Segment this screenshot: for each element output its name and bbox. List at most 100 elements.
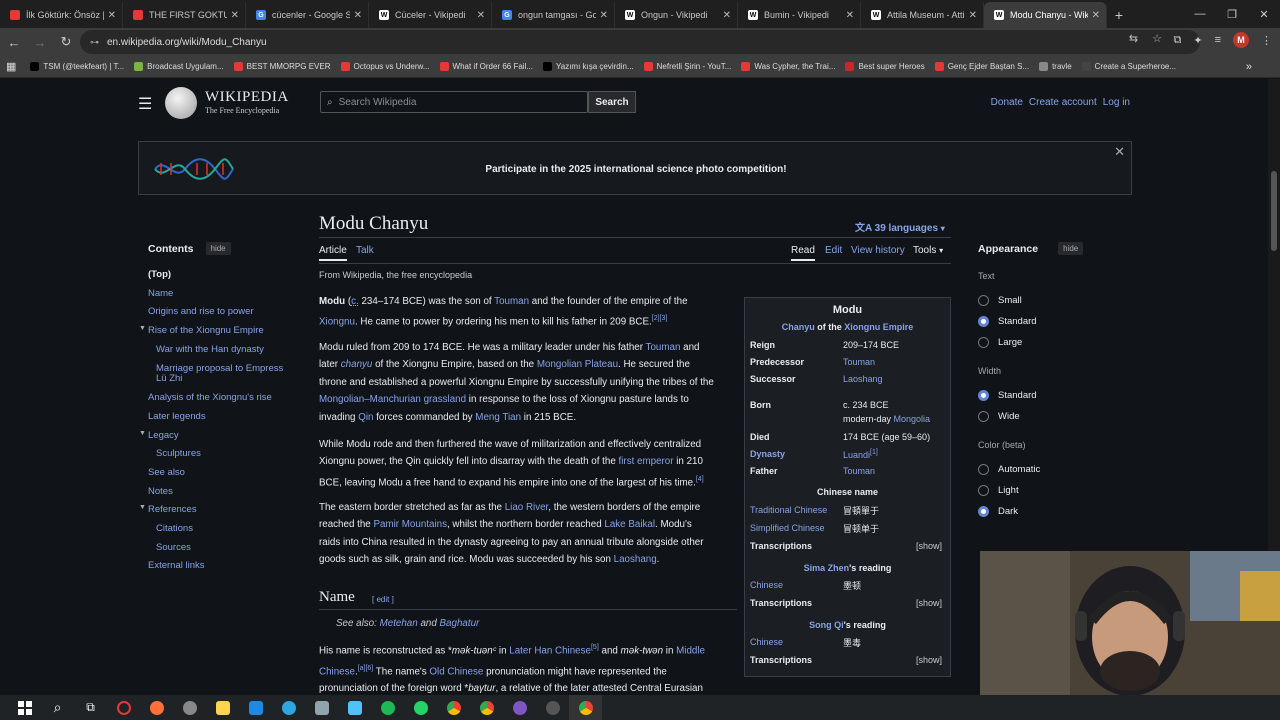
link-middle-chinese[interactable]: Chinese bbox=[319, 666, 355, 677]
close-tab-icon[interactable]: ✕ bbox=[108, 10, 116, 21]
link-baghatur[interactable]: Baghatur bbox=[440, 618, 480, 629]
new-tab-plus-icon[interactable]: + bbox=[1107, 2, 1131, 28]
link-mongolia[interactable]: Mongolia bbox=[894, 414, 931, 424]
reload-icon[interactable]: ↻ bbox=[54, 30, 78, 54]
citation-link[interactable]: [2][3] bbox=[652, 315, 668, 322]
bookmark-item[interactable]: Nefretli Şirin - YouT... bbox=[643, 62, 731, 71]
link-qin[interactable]: Qin bbox=[358, 412, 373, 423]
browser-tab[interactable]: W Attila Museum - Atti ✕ bbox=[861, 2, 984, 28]
browser-tab[interactable]: Gongun tamgası - Goo ✕ bbox=[492, 2, 615, 28]
app-icon[interactable] bbox=[503, 695, 536, 720]
extensions-icon[interactable]: ⧉ bbox=[1174, 34, 1182, 47]
address-bar[interactable]: ⊶ en.wikipedia.org/wiki/Modu_Chanyu bbox=[80, 30, 1200, 54]
browser-tab[interactable]: W Ongun - Vikipedi ✕ bbox=[615, 2, 738, 28]
bookmark-item[interactable]: Was Cypher, the Trai... bbox=[741, 62, 835, 71]
chevron-down-icon[interactable]: ▼ bbox=[139, 325, 146, 332]
show-toggle-button[interactable]: [show] bbox=[916, 655, 942, 665]
banner-message[interactable]: Participate in the 2025 international sc… bbox=[139, 164, 1133, 175]
app-icon[interactable] bbox=[239, 695, 272, 720]
toc-hide-button[interactable]: hide bbox=[205, 242, 231, 255]
app-icon[interactable] bbox=[338, 695, 371, 720]
search-icon[interactable]: ⌕ bbox=[41, 695, 74, 720]
edge-icon[interactable] bbox=[272, 695, 305, 720]
appearance-hide-button[interactable]: hide bbox=[1058, 242, 1084, 255]
bookmark-item[interactable]: Yazımı kışa çevirdin... bbox=[543, 62, 634, 71]
link-xiongnu[interactable]: Xiongnu bbox=[319, 317, 355, 328]
browser-tab-active[interactable]: W Modu Chanyu - Wiki ✕ bbox=[984, 2, 1107, 28]
link-liao-river[interactable]: Liao River bbox=[505, 502, 549, 513]
bookmark-item[interactable]: BEST MMORPG EVER bbox=[233, 62, 331, 71]
browser-tab[interactable]: THE FIRST GOKTURK✕ bbox=[123, 2, 246, 28]
link-grassland[interactable]: Mongolian–Manchurian grassland bbox=[319, 394, 466, 405]
task-view-icon[interactable]: ⧉ bbox=[74, 695, 107, 720]
toc-item-name[interactable]: Name bbox=[148, 288, 173, 299]
close-window-icon[interactable]: ✕ bbox=[1248, 0, 1280, 28]
link-luandi[interactable]: Luandi bbox=[843, 450, 870, 460]
close-tab-icon[interactable]: ✕ bbox=[969, 10, 977, 21]
link-touman[interactable]: Touman bbox=[843, 357, 875, 367]
firefox-icon[interactable] bbox=[140, 695, 173, 720]
link-pamir-mountains[interactable]: Pamir Mountains bbox=[373, 519, 447, 530]
tab-article[interactable]: Article bbox=[319, 245, 347, 261]
close-tab-icon[interactable]: ✕ bbox=[354, 10, 362, 21]
toc-item-origins[interactable]: Origins and rise to power bbox=[148, 306, 254, 317]
radio-color-automatic[interactable]: Automatic bbox=[978, 464, 1040, 475]
app-icon[interactable] bbox=[536, 695, 569, 720]
citation-link[interactable]: [a][6] bbox=[358, 665, 374, 672]
link-song-qi[interactable]: Song Qi bbox=[809, 620, 844, 630]
link-metehan[interactable]: Metehan bbox=[380, 618, 418, 629]
reading-list-icon[interactable]: ≡ bbox=[1215, 34, 1221, 46]
close-tab-icon[interactable]: ✕ bbox=[477, 10, 485, 21]
link-laoshang[interactable]: Laoshang bbox=[614, 554, 657, 565]
link-first-emperor[interactable]: first emperor bbox=[619, 456, 674, 467]
search-button[interactable]: Search bbox=[588, 91, 636, 113]
toc-item-sources[interactable]: Sources bbox=[156, 542, 191, 553]
link-dynasty[interactable]: Dynasty bbox=[750, 449, 785, 459]
link-traditional-chinese[interactable]: Traditional Chinese bbox=[750, 505, 827, 515]
bookmark-star-icon[interactable]: ☆ bbox=[1152, 32, 1162, 45]
browser-tab[interactable]: W Cüceler - Vikipedi ✕ bbox=[369, 2, 492, 28]
radio-text-standard[interactable]: Standard bbox=[978, 316, 1037, 327]
close-tab-icon[interactable]: ✕ bbox=[600, 10, 608, 21]
search-input[interactable]: ⌕ Search Wikipedia bbox=[320, 91, 588, 113]
maximize-icon[interactable]: ❐ bbox=[1216, 0, 1248, 28]
citation-link[interactable]: [4] bbox=[696, 476, 704, 483]
app-icon[interactable] bbox=[305, 695, 338, 720]
login-link[interactable]: Log in bbox=[1103, 97, 1130, 108]
radio-color-light[interactable]: Light bbox=[978, 485, 1019, 496]
circa-link[interactable]: c. bbox=[351, 296, 359, 307]
link-lake-baikal[interactable]: Lake Baikal bbox=[604, 519, 655, 530]
toc-item-top[interactable]: (Top) bbox=[148, 269, 171, 280]
link-touman[interactable]: Touman bbox=[843, 466, 875, 476]
bookmark-item[interactable]: Broadcast Uygulam... bbox=[134, 62, 224, 71]
chevron-down-icon[interactable]: ▼ bbox=[139, 430, 146, 437]
site-info-icon[interactable]: ⊶ bbox=[90, 37, 99, 48]
create-account-link[interactable]: Create account bbox=[1029, 97, 1097, 108]
link-chinese[interactable]: Chinese bbox=[750, 637, 783, 647]
bookmark-item[interactable]: TSM (@teekfeart) | T... bbox=[30, 62, 124, 71]
close-tab-icon[interactable]: ✕ bbox=[231, 10, 239, 21]
browser-tab[interactable]: İlk Göktürk: Önsöz | İl ✕ bbox=[0, 2, 123, 28]
link-touman[interactable]: Touman bbox=[646, 342, 681, 353]
show-toggle-button[interactable]: [show] bbox=[916, 598, 942, 608]
toc-item-citations[interactable]: Citations bbox=[156, 523, 193, 534]
donate-link[interactable]: Donate bbox=[991, 97, 1023, 108]
toc-item-notes[interactable]: Notes bbox=[148, 486, 173, 497]
toc-item-marriage-cont[interactable]: Lü Zhi bbox=[156, 373, 182, 384]
tab-read[interactable]: Read bbox=[791, 245, 815, 261]
link-sima-zhen[interactable]: Sima Zhen bbox=[804, 563, 850, 573]
scrollbar-thumb[interactable] bbox=[1271, 171, 1277, 251]
bookmark-item[interactable]: Create a Superheroe... bbox=[1081, 62, 1176, 71]
link-mongolian-plateau[interactable]: Mongolian Plateau bbox=[537, 359, 618, 370]
link-middle-chinese[interactable]: Middle bbox=[676, 645, 705, 656]
apps-grid-icon[interactable]: ▦ bbox=[6, 60, 16, 73]
tab-edit[interactable]: Edit bbox=[825, 245, 842, 256]
whatsapp-icon[interactable] bbox=[404, 695, 437, 720]
bookmark-item[interactable]: travle bbox=[1039, 62, 1072, 71]
toc-item-legacy[interactable]: Legacy bbox=[148, 430, 179, 441]
browser-tab[interactable]: Gcücenler - Google Se ✕ bbox=[246, 2, 369, 28]
app-icon[interactable] bbox=[206, 695, 239, 720]
toc-item-sculptures[interactable]: Sculptures bbox=[156, 448, 201, 459]
show-toggle-button[interactable]: [show] bbox=[916, 541, 942, 551]
chrome-icon[interactable] bbox=[470, 695, 503, 720]
